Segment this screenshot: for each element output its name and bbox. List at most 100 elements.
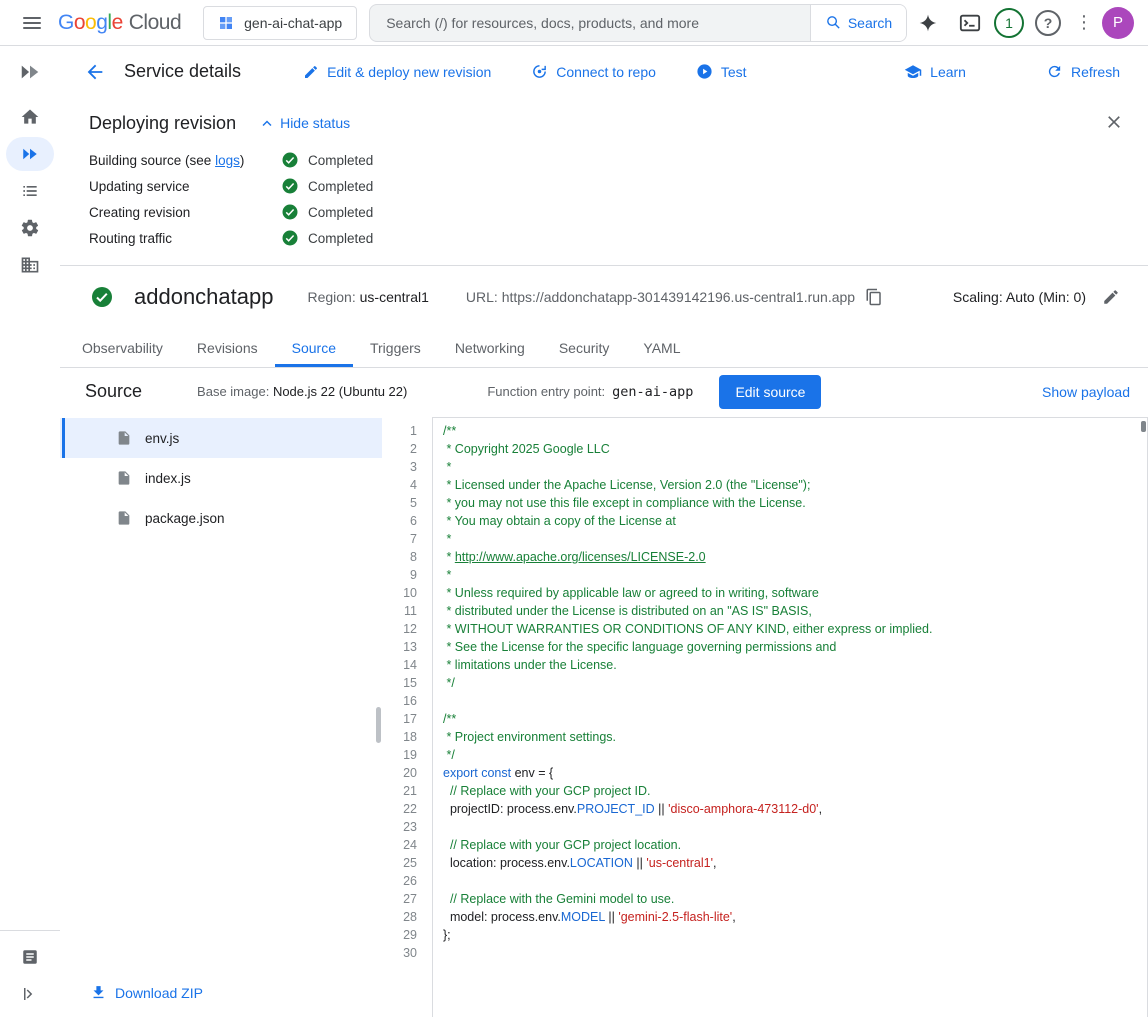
search-button[interactable]: Search: [810, 5, 906, 41]
cloud-shell-icon[interactable]: [952, 5, 988, 41]
refresh-icon: [1046, 63, 1063, 80]
rail-item-domains[interactable]: [6, 248, 54, 282]
search-icon: [825, 14, 842, 31]
top-app-bar: Google Cloud gen-ai-chat-app Search 1 ? …: [0, 0, 1148, 46]
tab-yaml[interactable]: YAML: [626, 329, 697, 367]
source-content: env.js index.js package.json Download ZI…: [60, 415, 1148, 1017]
step-status: Completed: [308, 153, 373, 168]
rail-item-services-list[interactable]: [6, 174, 54, 208]
edit-source-button[interactable]: Edit source: [719, 375, 821, 409]
file-tree: env.js index.js package.json Download ZI…: [60, 415, 382, 1017]
file-name: index.js: [145, 471, 191, 486]
check-circle-icon: [281, 177, 299, 195]
expand-rail-button[interactable]: [6, 977, 54, 1011]
line-numbers: 1234567891011121314151617181920212223242…: [382, 417, 432, 1017]
gear-icon: [20, 218, 40, 238]
help-icon[interactable]: ?: [1030, 5, 1066, 41]
service-region: Region: us-central1: [307, 289, 428, 305]
service-status-check-icon: [90, 285, 114, 309]
deploy-step-updating-service: Updating service Completed: [89, 173, 1124, 199]
step-label: Creating revision: [89, 205, 281, 220]
topbar-actions: 1 ? ⋮ P: [910, 5, 1134, 41]
step-label: Routing traffic: [89, 231, 281, 246]
show-payload-link[interactable]: Show payload: [1042, 384, 1130, 400]
learn-icon: [904, 63, 922, 81]
deploy-steps-list: Building source (see logs) Completed Upd…: [89, 147, 1124, 251]
step-status: Completed: [308, 231, 373, 246]
project-icon: [218, 15, 234, 31]
service-url: URL: https://addonchatapp-301439142196.u…: [466, 289, 855, 305]
repo-icon: [531, 63, 548, 80]
deploy-panel-title: Deploying revision: [89, 113, 236, 134]
file-icon: [116, 470, 132, 486]
close-icon[interactable]: [1104, 112, 1124, 135]
file-item-package-json[interactable]: package.json: [60, 498, 382, 538]
deploy-step-building-source: Building source (see logs) Completed: [89, 147, 1124, 173]
step-status: Completed: [308, 179, 373, 194]
learn-button[interactable]: Learn: [904, 63, 966, 81]
hide-status-toggle[interactable]: Hide status: [258, 114, 350, 132]
step-label: Updating service: [89, 179, 281, 194]
test-button[interactable]: Test: [696, 63, 747, 80]
logs-link[interactable]: logs: [215, 153, 240, 168]
service-scaling: Scaling: Auto (Min: 0): [953, 289, 1086, 305]
file-icon: [116, 510, 132, 526]
file-name: package.json: [145, 511, 225, 526]
search-input[interactable]: [370, 5, 810, 41]
download-icon: [90, 984, 107, 1001]
edit-pencil-icon: [1102, 288, 1120, 306]
tab-source[interactable]: Source: [275, 329, 353, 367]
step-status: Completed: [308, 205, 373, 220]
search-bar: Search: [369, 4, 907, 42]
code-lines: /** * Copyright 2025 Google LLC * * Lice…: [443, 422, 1147, 962]
avatar[interactable]: P: [1102, 7, 1134, 39]
rail-bottom-section: [0, 930, 60, 1011]
cloud-run-icon: [21, 145, 39, 163]
download-zip-button[interactable]: Download ZIP: [90, 984, 203, 1001]
copy-icon: [865, 288, 883, 306]
file-item-index-js[interactable]: index.js: [60, 458, 382, 498]
edit-scaling-button[interactable]: [1102, 288, 1120, 306]
trial-status-badge[interactable]: 1: [994, 8, 1024, 38]
page-title: Service details: [124, 61, 241, 82]
release-notes-button[interactable]: [6, 940, 54, 974]
check-circle-icon: [281, 151, 299, 169]
entry-point: Function entry point:gen-ai-app: [487, 384, 693, 400]
source-header: Source Base image: Node.js 22 (Ubuntu 22…: [60, 368, 1148, 415]
logo-cloud-text: Cloud: [129, 11, 181, 35]
code-editor[interactable]: /** * Copyright 2025 Google LLC * * Lice…: [432, 417, 1148, 1017]
project-selector[interactable]: gen-ai-chat-app: [203, 6, 357, 40]
copy-url-button[interactable]: [865, 288, 883, 306]
service-toolbar: Service details Edit & deploy new revisi…: [60, 46, 1148, 97]
tab-security[interactable]: Security: [542, 329, 627, 367]
code-scrollbar[interactable]: [1141, 421, 1146, 432]
panel-expand-icon: [21, 985, 39, 1003]
deploy-step-routing-traffic: Routing traffic Completed: [89, 225, 1124, 251]
tab-triggers[interactable]: Triggers: [353, 329, 438, 367]
deploy-status-panel: Deploying revision Hide status Building …: [60, 97, 1148, 266]
google-cloud-logo: Google Cloud: [58, 11, 181, 35]
tab-networking[interactable]: Networking: [438, 329, 542, 367]
rail-item-cloud-run[interactable]: [6, 137, 54, 171]
gemini-icon[interactable]: [910, 5, 946, 41]
tab-revisions[interactable]: Revisions: [180, 329, 275, 367]
cloud-run-logo: [19, 46, 41, 97]
edit-deploy-button[interactable]: Edit & deploy new revision: [303, 64, 491, 80]
tab-observability[interactable]: Observability: [65, 329, 180, 367]
building-icon: [20, 255, 40, 275]
refresh-button[interactable]: Refresh: [1046, 63, 1120, 80]
code-viewer: 1234567891011121314151617181920212223242…: [382, 415, 1148, 1017]
release-notes-icon: [21, 948, 39, 966]
back-button[interactable]: [84, 61, 106, 83]
rail-item-home[interactable]: [6, 100, 54, 134]
connect-repo-button[interactable]: Connect to repo: [531, 63, 656, 80]
logo-letter: G: [58, 11, 74, 35]
menu-icon[interactable]: [14, 5, 50, 41]
file-item-env-js[interactable]: env.js: [60, 418, 382, 458]
rail-item-integrations[interactable]: [6, 211, 54, 245]
more-options-icon[interactable]: ⋮: [1072, 12, 1096, 33]
check-circle-icon: [281, 203, 299, 221]
file-panel-scrollbar[interactable]: [376, 707, 381, 743]
back-arrow-icon: [84, 61, 106, 83]
play-icon: [696, 63, 713, 80]
